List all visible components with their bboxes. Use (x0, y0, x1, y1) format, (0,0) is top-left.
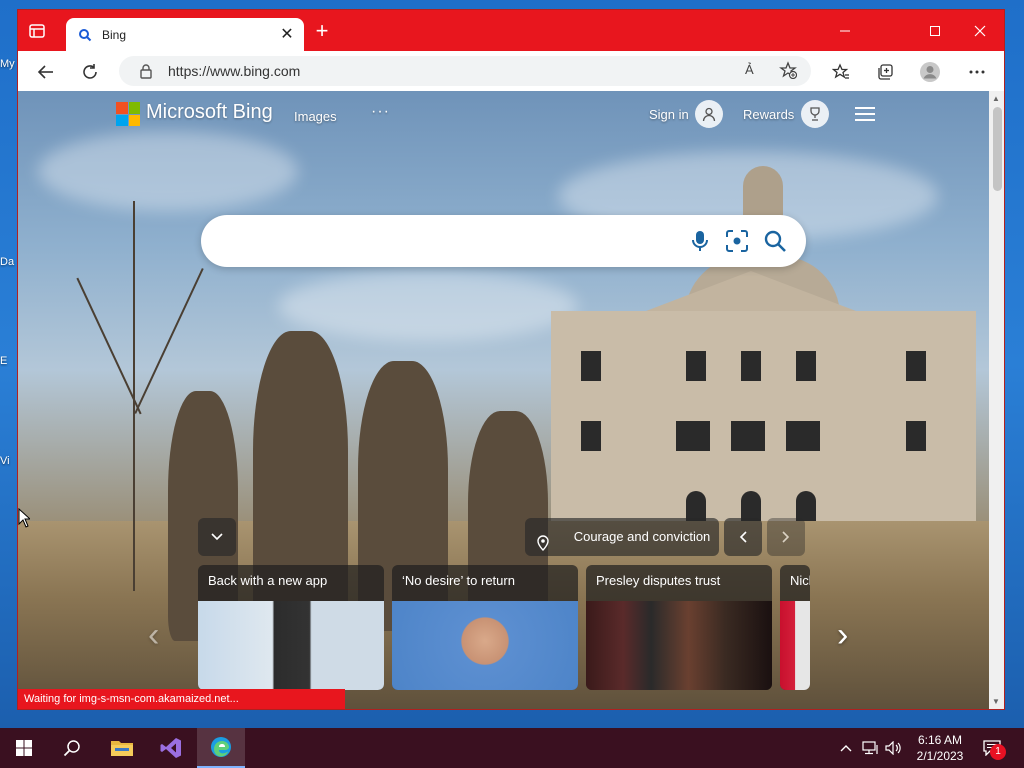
start-windows-icon[interactable] (0, 728, 48, 768)
microphone-icon[interactable] (687, 228, 713, 254)
address-bar[interactable]: https://www.bing.com Ả (119, 56, 811, 86)
visual-studio-icon[interactable] (147, 728, 195, 768)
news-card[interactable]: Presley disputes trust (586, 565, 772, 690)
news-card-title: Presley disputes trust (596, 573, 721, 588)
rewards-trophy-icon[interactable] (801, 100, 829, 128)
page-scrollbar[interactable]: ▲ ▼ (989, 91, 1004, 709)
edge-browser-window: Bing ✕ + https://www.bing.com Ả Microso… (17, 9, 1005, 710)
capitol-building (551, 271, 976, 526)
refresh-icon[interactable] (76, 58, 104, 86)
building-pediment (646, 271, 856, 311)
previous-image-icon[interactable] (724, 518, 762, 556)
news-card-title: ‘No desire’ to return (402, 573, 515, 588)
scrollbar-thumb[interactable] (993, 107, 1002, 191)
collapse-feed-icon[interactable] (198, 518, 236, 556)
desktop-icon-label[interactable]: Da (0, 256, 16, 268)
news-card[interactable]: Back with a new app (198, 565, 384, 690)
caption-text: Courage and conviction (573, 529, 711, 544)
background-cloud (278, 271, 578, 341)
rewards-link[interactable]: Rewards (743, 107, 794, 122)
clock-date: 2/1/2023 (916, 749, 964, 763)
network-icon[interactable] (861, 728, 881, 768)
brand-title[interactable]: Microsoft Bing (146, 101, 273, 124)
search-icon[interactable] (762, 228, 788, 254)
taskbar: 6:16 AM 2/1/2023 (0, 728, 1024, 768)
news-card-title: Back with a new app (208, 573, 328, 588)
building-window (906, 421, 926, 451)
building-window (676, 421, 710, 451)
lock-icon[interactable] (139, 63, 153, 84)
mouse-cursor-icon (18, 507, 32, 533)
image-caption[interactable]: Courage and conviction (525, 518, 719, 556)
profile-avatar-icon[interactable] (916, 58, 944, 86)
close-window-icon[interactable] (958, 10, 1002, 51)
news-card-image (780, 601, 810, 690)
tab-actions-icon[interactable] (28, 22, 46, 40)
taskbar-search-icon[interactable] (48, 728, 96, 768)
building-window (796, 351, 816, 381)
news-card[interactable]: ‘No desire’ to return (392, 565, 578, 690)
account-icon[interactable] (695, 100, 723, 128)
show-hidden-icons-icon[interactable] (838, 728, 854, 768)
maximize-icon[interactable] (913, 10, 957, 51)
system-clock[interactable]: 6:16 AM 2/1/2023 (905, 732, 975, 764)
news-card-image (198, 601, 384, 690)
news-prev-icon[interactable]: ‹ (148, 616, 159, 655)
tab-title: Bing (102, 27, 127, 42)
bing-header: Microsoft Bing Images ··· Sign in Reward… (18, 91, 989, 141)
notification-count-badge: 1 (990, 744, 1006, 760)
news-next-icon[interactable]: › (837, 616, 848, 655)
back-icon[interactable] (32, 58, 60, 86)
add-favorite-icon[interactable] (779, 61, 798, 84)
news-card-title: Nicl (790, 573, 810, 588)
search-favicon-icon (78, 28, 92, 42)
building-window (581, 421, 601, 451)
scroll-down-icon[interactable]: ▼ (992, 697, 1000, 706)
building-window (786, 421, 820, 451)
nav-more-icon[interactable]: ··· (371, 103, 390, 121)
collections-icon[interactable] (871, 58, 899, 86)
desktop-icon-label[interactable]: E (0, 355, 16, 367)
edge-taskbar-icon[interactable] (197, 728, 245, 768)
news-card-image (392, 601, 578, 690)
news-card[interactable]: Nicl (780, 565, 810, 690)
location-pin-icon (537, 528, 549, 566)
bare-tree-branch (76, 277, 142, 415)
desktop-icon-label[interactable]: Vi (0, 455, 16, 467)
building-window (686, 351, 706, 381)
more-options-icon[interactable] (963, 58, 991, 86)
address-url[interactable]: https://www.bing.com (168, 63, 300, 79)
volume-icon[interactable] (884, 728, 904, 768)
background-cloud (38, 131, 298, 211)
news-card-image (586, 601, 772, 690)
file-explorer-icon[interactable] (98, 728, 146, 768)
hamburger-menu-icon[interactable] (854, 105, 876, 128)
search-box[interactable] (201, 215, 806, 267)
building-window (581, 351, 601, 381)
building-window (906, 351, 926, 381)
clock-time: 6:16 AM (917, 733, 963, 747)
sign-in-link[interactable]: Sign in (649, 107, 689, 122)
building-window (741, 351, 761, 381)
tab-bing[interactable]: Bing ✕ (66, 18, 304, 51)
read-aloud-icon[interactable]: Ả (745, 62, 754, 77)
scroll-up-icon[interactable]: ▲ (992, 94, 1000, 103)
bing-homepage: Microsoft Bing Images ··· Sign in Reward… (18, 91, 989, 709)
building-window (731, 421, 765, 451)
desktop-icon-label[interactable]: My (0, 58, 16, 70)
favorites-icon[interactable] (827, 58, 855, 86)
title-bar: Bing ✕ + (18, 10, 1004, 51)
close-tab-icon[interactable]: ✕ (278, 26, 296, 44)
search-input[interactable] (225, 229, 685, 253)
nav-images-link[interactable]: Images (294, 109, 337, 124)
next-image-icon[interactable] (767, 518, 805, 556)
microsoft-logo-icon[interactable] (116, 102, 140, 126)
status-bar: Waiting for img-s-msn-com.akamaized.net.… (18, 689, 345, 709)
visual-search-icon[interactable] (724, 228, 750, 254)
new-tab-button[interactable]: + (312, 20, 332, 42)
minimize-icon[interactable] (823, 10, 867, 51)
